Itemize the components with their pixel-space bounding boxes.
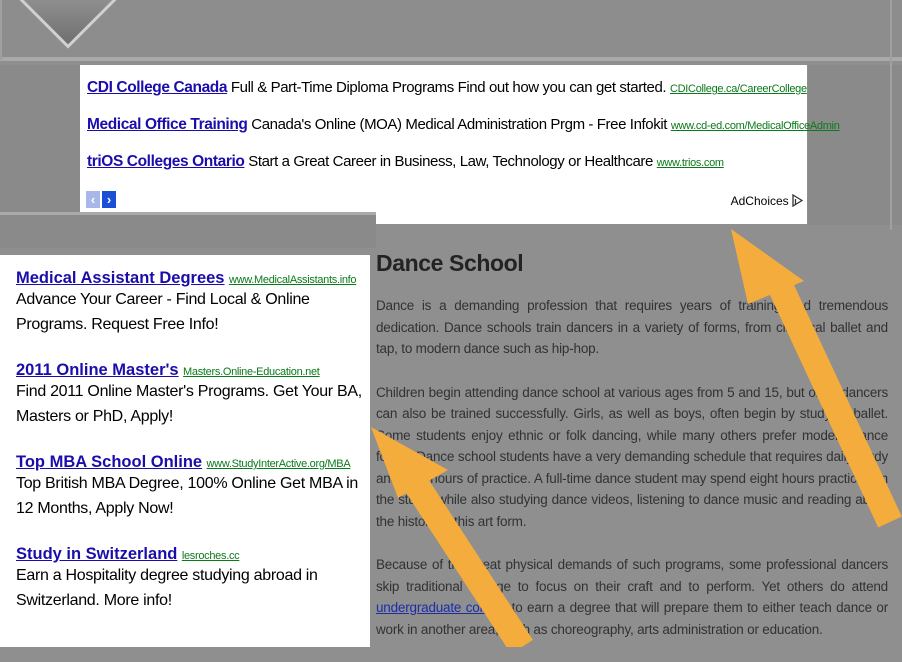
ad-description: Top British MBA Degree, 100% Online Get … — [16, 475, 358, 517]
ad-pager: ‹ › — [86, 191, 118, 209]
ad-row: Medical Office Training Canada's Online … — [87, 116, 840, 153]
adchoices-link[interactable]: AdChoices — [730, 193, 804, 208]
ad-description: Earn a Hospitality degree studying abroa… — [16, 567, 318, 609]
header-band — [0, 0, 902, 57]
divider — [0, 0, 2, 60]
ad-url-link[interactable]: www.StudyInterActive.org/MBA — [207, 458, 351, 470]
ad-title-link[interactable]: 2011 Online Master's — [16, 361, 179, 379]
ad-title-link[interactable]: CDI College Canada — [87, 79, 227, 96]
ad-url-link[interactable]: www.MedicalAssistants.info — [229, 274, 357, 286]
ad-row: triOS Colleges Ontario Start a Great Car… — [87, 153, 807, 190]
top-ad-banner: CDI College Canada Full & Part-Time Dipl… — [80, 65, 840, 224]
list-item: Top MBA School Online www.StudyInterActi… — [16, 453, 370, 521]
page-title: Dance School — [376, 250, 524, 276]
adchoices-label: AdChoices — [730, 194, 789, 208]
ad-text: Canada's Online (MOA) Medical Administra… — [251, 116, 668, 133]
ad-url-link[interactable]: lesroches.cc — [182, 550, 240, 562]
article: Dance School Dance is a demanding profes… — [376, 250, 888, 662]
ad-text: Full & Part-Time Diploma Programs Find o… — [230, 79, 667, 96]
right-panel — [808, 65, 902, 225]
ad-row: CDI College Canada Full & Part-Time Dipl… — [87, 79, 807, 116]
divider — [0, 57, 902, 61]
sidebar-header — [0, 215, 376, 248]
ad-title-link[interactable]: triOS Colleges Ontario — [87, 153, 245, 170]
undergraduate-college-link[interactable]: undergraduate college — [376, 600, 507, 615]
ad-text: Start a Great Career in Business, Law, T… — [248, 153, 653, 170]
left-panel — [0, 65, 80, 215]
next-button[interactable]: › — [102, 191, 116, 208]
divider — [890, 0, 892, 230]
ad-title-link[interactable]: Study in Switzerland — [16, 545, 177, 563]
paragraph-text: Because of the great physical demands of… — [376, 557, 888, 594]
article-paragraph: Children begin attending dance school at… — [376, 384, 888, 529]
ad-url-link[interactable]: CDICollege.ca/CareerCollege — [670, 83, 807, 95]
site-logo[interactable] — [11, 0, 125, 49]
ad-description: Advance Your Career - Find Local & Onlin… — [16, 291, 310, 333]
prev-button[interactable]: ‹ — [86, 191, 100, 208]
ad-description: Find 2011 Online Master's Programs. Get … — [16, 383, 362, 425]
ad-title-link[interactable]: Top MBA School Online — [16, 453, 202, 471]
sidebar-ads: Medical Assistant Degrees www.MedicalAss… — [0, 255, 370, 647]
list-item: Medical Assistant Degrees www.MedicalAss… — [16, 269, 370, 337]
article-paragraph: Dance is a demanding profession that req… — [376, 298, 888, 356]
ad-url-link[interactable]: www.cd-ed.com/MedicalOfficeAdmin — [671, 120, 840, 132]
list-item: 2011 Online Master's Masters.Online-Educ… — [16, 361, 370, 429]
ad-title-link[interactable]: Medical Office Training — [87, 116, 248, 133]
ad-url-link[interactable]: www.trios.com — [657, 157, 724, 169]
ad-url-link[interactable]: Masters.Online-Education.net — [183, 366, 320, 378]
adchoices-icon — [792, 193, 804, 208]
article-paragraph: Because of the great physical demands of… — [376, 554, 888, 640]
ad-title-link[interactable]: Medical Assistant Degrees — [16, 269, 224, 287]
list-item: Study in Switzerland lesroches.cc Earn a… — [16, 545, 370, 613]
